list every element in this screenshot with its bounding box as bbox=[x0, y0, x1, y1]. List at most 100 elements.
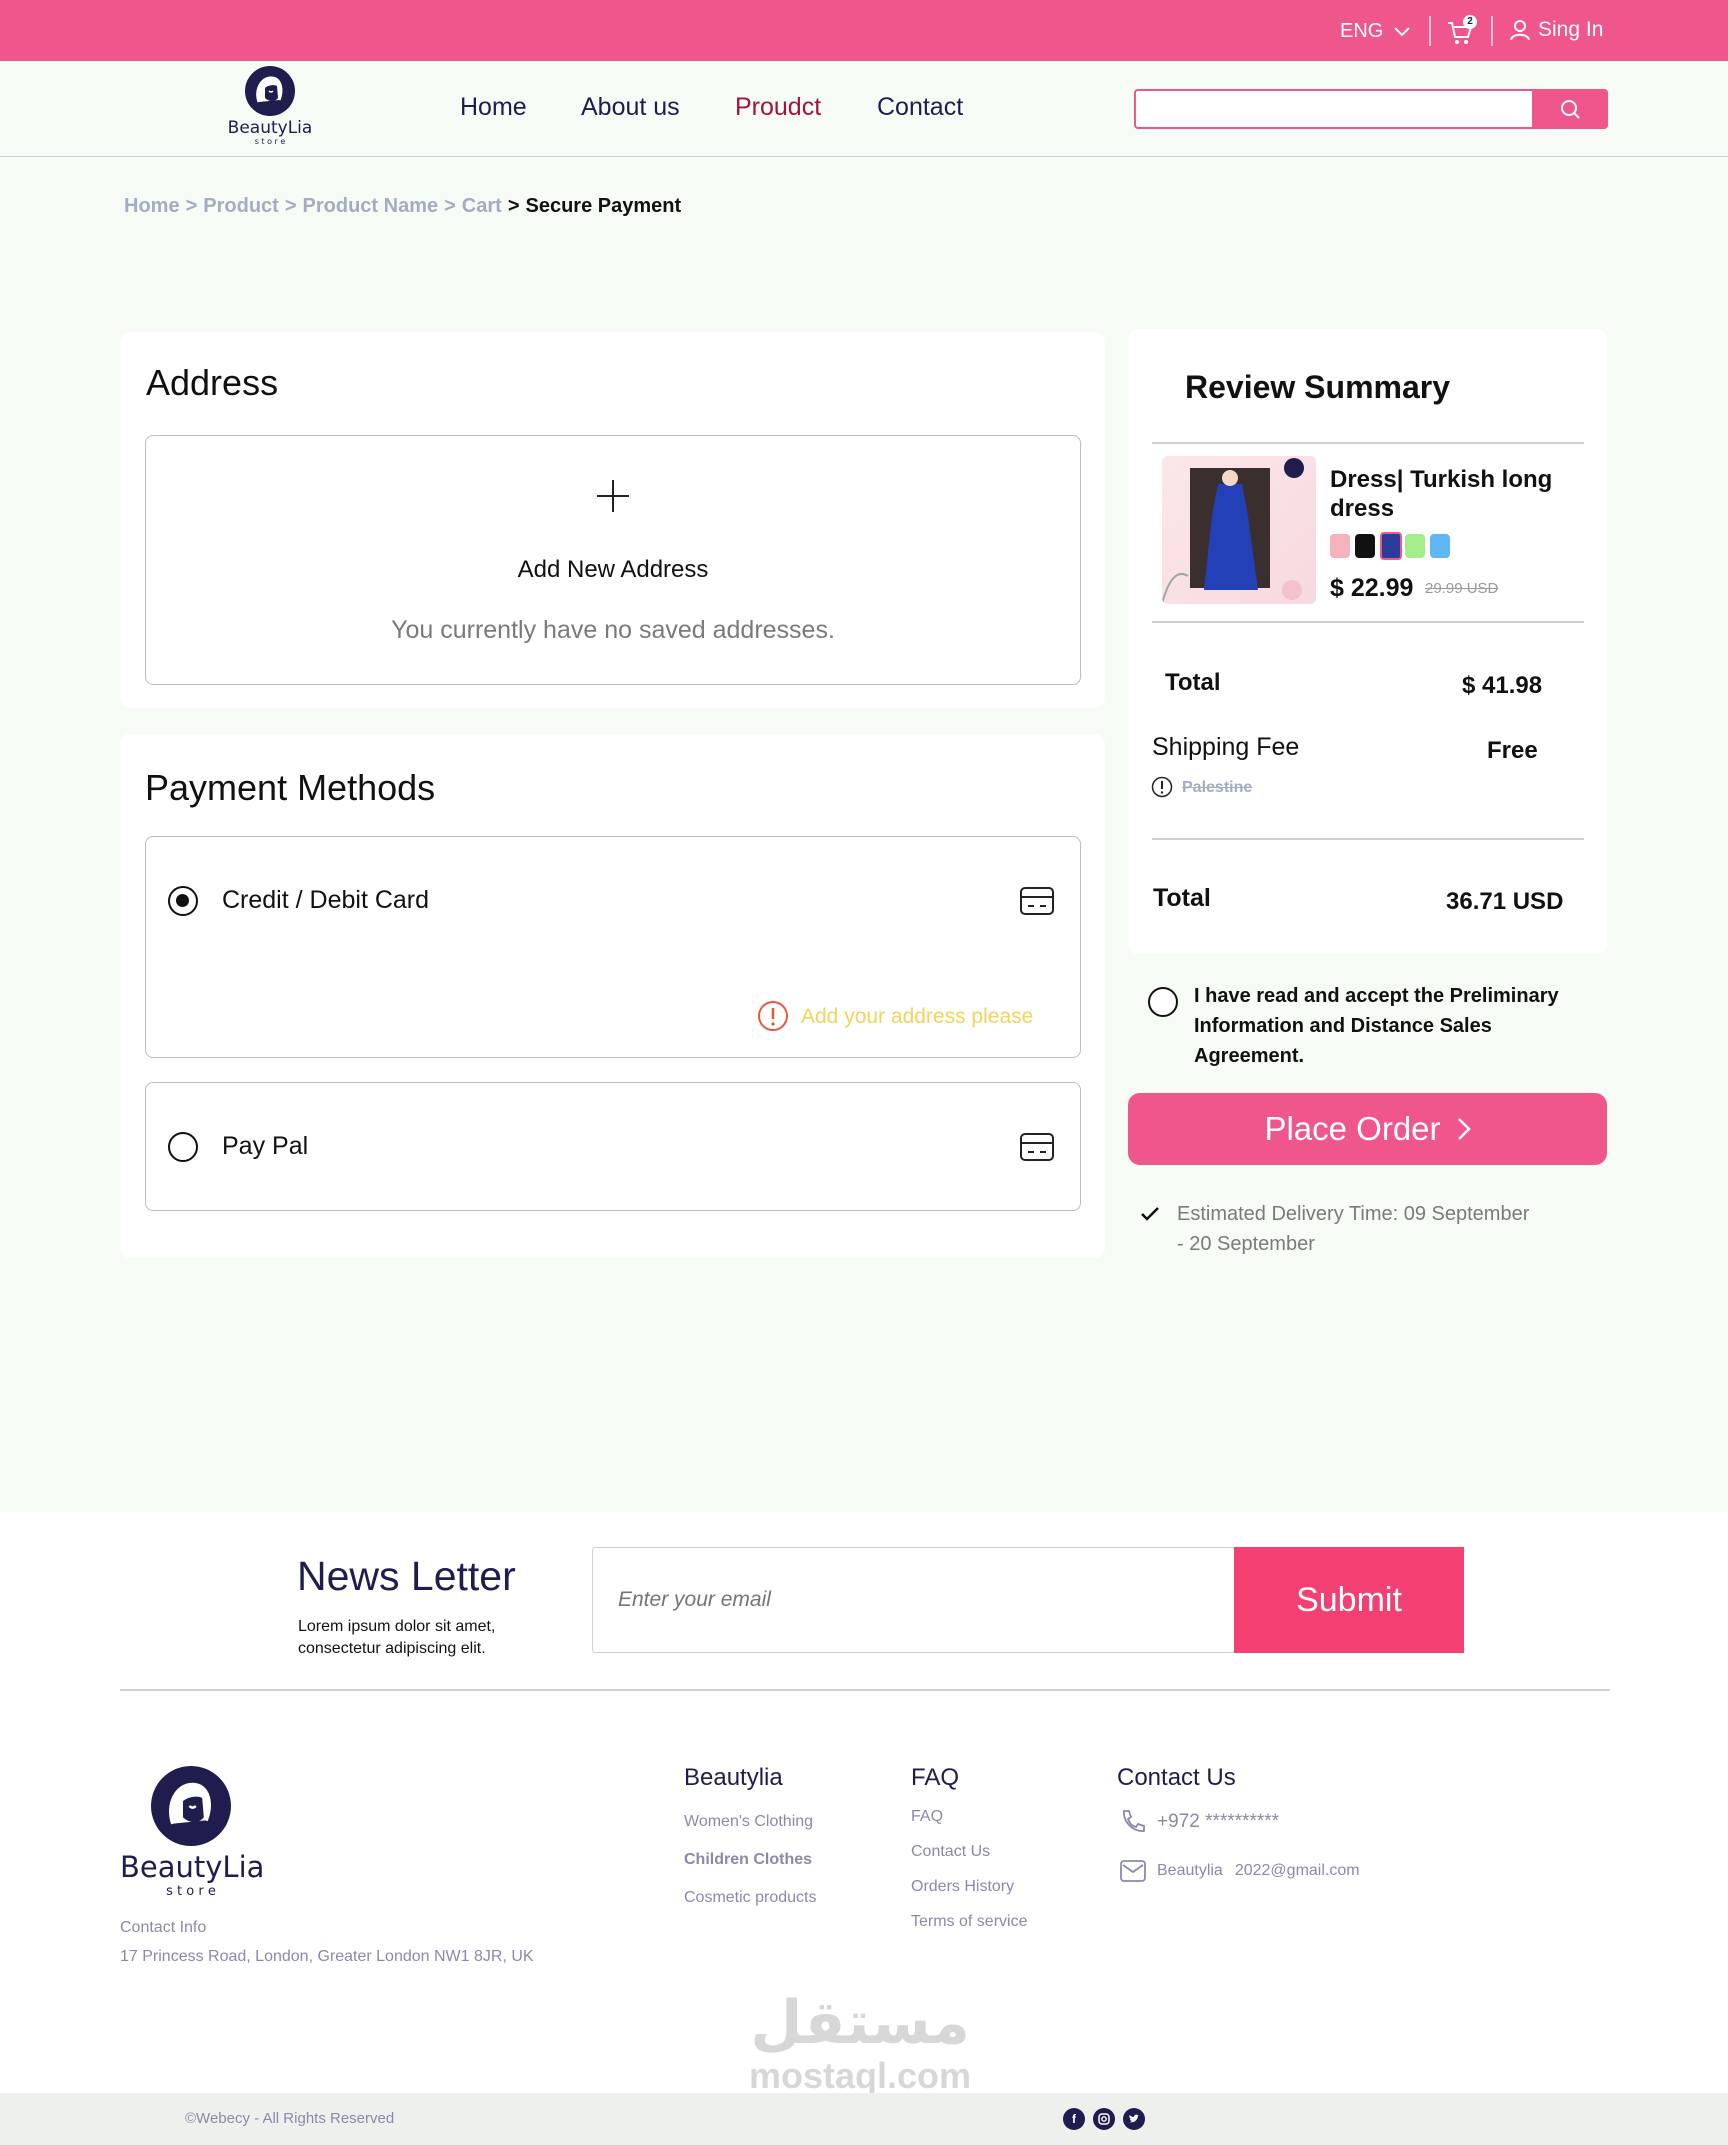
twitter-icon[interactable] bbox=[1123, 2108, 1145, 2130]
user-icon bbox=[1510, 20, 1530, 41]
paypal-label[interactable]: Pay Pal bbox=[222, 1132, 308, 1161]
summary-title: Review Summary bbox=[1185, 369, 1451, 405]
logo-face-icon bbox=[245, 66, 295, 116]
no-address-message: You currently have no saved addresses. bbox=[391, 616, 835, 644]
nav-product[interactable]: Proudct bbox=[735, 93, 821, 122]
footer-link[interactable]: FAQ bbox=[911, 1808, 943, 1826]
info-icon bbox=[1151, 776, 1173, 798]
footer-link[interactable]: Women's Clothing bbox=[684, 1813, 813, 1831]
nav-contact[interactable]: Contact bbox=[877, 93, 963, 122]
breadcrumb-cart[interactable]: Cart bbox=[462, 195, 502, 218]
card-radio[interactable] bbox=[168, 886, 198, 916]
credit-card-icon bbox=[1020, 1133, 1054, 1161]
language-label: ENG bbox=[1340, 20, 1384, 42]
newsletter-email-input[interactable] bbox=[600, 1560, 1220, 1640]
address-warning: Add your address please bbox=[801, 1005, 1034, 1028]
search-button[interactable] bbox=[1532, 89, 1608, 129]
footer-link[interactable]: Cosmetic products bbox=[684, 1889, 817, 1907]
instagram-icon[interactable] bbox=[1093, 2108, 1115, 2130]
contact-info-label: Contact Info bbox=[120, 1919, 207, 1936]
delivery-line1: Estimated Delivery Time: 09 September bbox=[1177, 1203, 1530, 1225]
footer-email[interactable]: Beautylia 2022@gmail.com bbox=[1157, 1862, 1360, 1880]
color-swatch[interactable] bbox=[1330, 534, 1350, 558]
top-bar: ENG 2 Sing In bbox=[0, 0, 1728, 61]
breadcrumb: Home > Product > Product Name > Cart > S… bbox=[124, 195, 681, 218]
breadcrumb-separator: > bbox=[444, 195, 456, 217]
color-swatch[interactable] bbox=[1405, 534, 1425, 558]
delivery-estimate: Estimated Delivery Time: 09 September - … bbox=[1177, 1199, 1529, 1259]
footer-link[interactable]: Terms of service bbox=[911, 1913, 1027, 1931]
breadcrumb-separator: > bbox=[507, 195, 520, 217]
cart-badge: 2 bbox=[1463, 15, 1477, 29]
copyright: ©Webecy - All Rights Reserved bbox=[185, 2110, 395, 2127]
shipping-location: Palestine bbox=[1182, 779, 1253, 796]
divider bbox=[120, 1689, 1610, 1691]
logo-face-icon bbox=[151, 1766, 231, 1846]
breadcrumb-product-name[interactable]: Product Name bbox=[303, 195, 439, 218]
header-logo[interactable]: BeautyLia s t o r e bbox=[222, 66, 318, 154]
color-swatch-selected[interactable] bbox=[1380, 532, 1402, 560]
grand-total-value: 36.71 USD bbox=[1446, 888, 1564, 915]
paypal-radio[interactable] bbox=[168, 1132, 198, 1162]
footer-link[interactable]: Orders History bbox=[911, 1878, 1014, 1896]
footer-col-faq-title: FAQ bbox=[911, 1764, 960, 1791]
agreement-line3: Agreement. bbox=[1194, 1045, 1305, 1067]
color-swatch[interactable] bbox=[1355, 534, 1375, 558]
agreement-line2: Information and Distance Sales bbox=[1194, 1015, 1492, 1037]
agreement-checkbox[interactable] bbox=[1148, 987, 1178, 1017]
divider bbox=[1152, 838, 1584, 840]
product-thumbnail[interactable] bbox=[1162, 456, 1316, 604]
dress-image-icon bbox=[1162, 458, 1304, 604]
footer-logo[interactable]: BeautyLia s t o r e bbox=[120, 1766, 265, 1899]
cart-button[interactable]: 2 bbox=[1446, 15, 1477, 46]
color-swatch[interactable] bbox=[1430, 534, 1450, 558]
signin-label: Sing In bbox=[1538, 18, 1604, 41]
chevron-down-icon bbox=[1394, 26, 1411, 36]
place-order-button[interactable]: Place Order bbox=[1128, 1093, 1607, 1165]
watermark: مستقل mostaql.com bbox=[740, 1990, 980, 2096]
watermark-latin: mostaql.com bbox=[748, 2055, 972, 2096]
breadcrumb-product[interactable]: Product bbox=[203, 195, 279, 218]
product-name-line1: Dress| Turkish long bbox=[1330, 466, 1553, 493]
agreement-line1: I have read and accept the Preliminary bbox=[1194, 985, 1559, 1007]
product-name[interactable]: Dress| Turkish long dress bbox=[1330, 465, 1552, 523]
card-label[interactable]: Credit / Debit Card bbox=[222, 886, 429, 915]
divider bbox=[1152, 621, 1584, 623]
phone-icon bbox=[1123, 1810, 1145, 1832]
breadcrumb-home[interactable]: Home bbox=[124, 195, 180, 218]
signin-link[interactable]: Sing In bbox=[1510, 18, 1603, 42]
divider bbox=[1491, 16, 1493, 46]
footer-col-contact-title: Contact Us bbox=[1117, 1764, 1236, 1791]
facebook-icon[interactable]: f bbox=[1063, 2108, 1085, 2130]
newsletter-submit-button[interactable]: Submit bbox=[1234, 1547, 1464, 1653]
footer-brand-tagline: s t o r e bbox=[166, 1884, 216, 1899]
divider bbox=[1429, 16, 1431, 46]
shipping-label: Shipping Fee bbox=[1152, 733, 1300, 761]
footer-brand-name: BeautyLia bbox=[120, 1850, 265, 1884]
subtotal-label: Total bbox=[1165, 669, 1221, 696]
shipping-value: Free bbox=[1487, 737, 1538, 764]
add-address-label[interactable]: Add New Address bbox=[145, 556, 1081, 584]
delivery-line2: - 20 September bbox=[1177, 1233, 1315, 1255]
grand-total-label: Total bbox=[1153, 884, 1211, 912]
language-selector[interactable]: ENG bbox=[1340, 20, 1411, 43]
newsletter-desc-line2: consectetur adipiscing elit. bbox=[298, 1640, 486, 1657]
subtotal-value: $ 41.98 bbox=[1462, 672, 1543, 699]
check-icon bbox=[1141, 1207, 1159, 1221]
brand-name: BeautyLia bbox=[227, 118, 313, 138]
footer-link[interactable]: Children Clothes bbox=[684, 1851, 812, 1869]
agreement-text: I have read and accept the Preliminary I… bbox=[1194, 981, 1559, 1071]
chevron-right-icon bbox=[1457, 1118, 1471, 1140]
footer-email-name: Beautylia bbox=[1157, 1862, 1223, 1879]
product-old-price: 29.99 USD bbox=[1425, 580, 1499, 597]
nav-home[interactable]: Home bbox=[460, 93, 527, 122]
footer-link[interactable]: Contact Us bbox=[911, 1843, 990, 1861]
footer-phone[interactable]: +972 ********** bbox=[1157, 1811, 1279, 1833]
warning-icon bbox=[758, 1001, 788, 1031]
footer-email-address: 2022@gmail.com bbox=[1234, 1862, 1360, 1879]
plus-icon[interactable] bbox=[595, 478, 631, 514]
place-order-label: Place Order bbox=[1264, 1110, 1441, 1147]
search-icon bbox=[1561, 100, 1580, 119]
breadcrumb-separator: > bbox=[284, 195, 297, 217]
nav-about[interactable]: About us bbox=[581, 93, 680, 122]
